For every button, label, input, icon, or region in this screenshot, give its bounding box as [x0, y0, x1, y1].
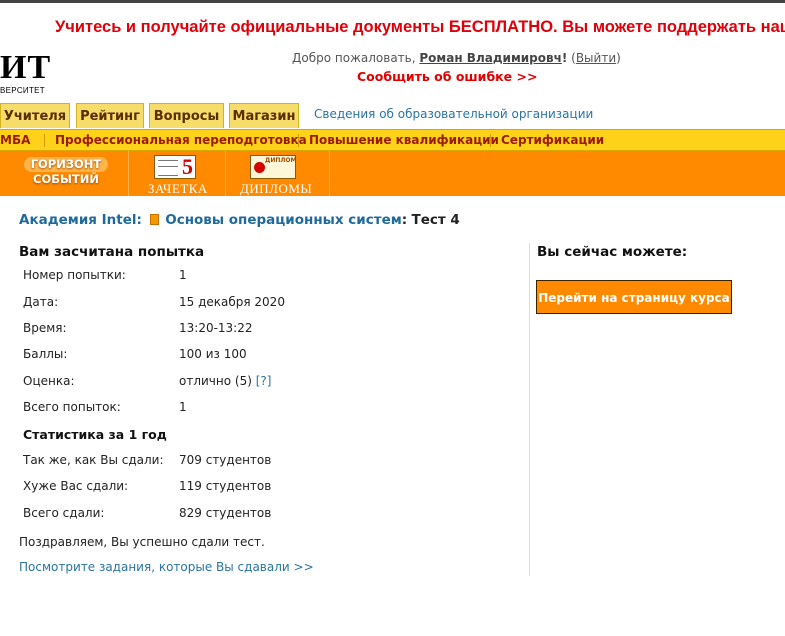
- nav-divider: [44, 134, 45, 147]
- exit-close-paren: ): [616, 51, 621, 65]
- horizont-line2: СОБЫТИЙ: [33, 172, 99, 186]
- promo-banner[interactable]: Учитесь и получайте официальные документ…: [0, 18, 785, 42]
- attempt-label: Время:: [23, 321, 67, 335]
- attempt-label: Всего попыток:: [23, 400, 121, 414]
- breadcrumb-current: Тест 4: [411, 212, 460, 228]
- org-info-link[interactable]: Сведения об образовательной организации: [314, 107, 593, 121]
- user-name-link[interactable]: Роман Владимировч: [419, 51, 561, 65]
- stats-value: 119 студентов: [179, 479, 272, 493]
- site-logo[interactable]: ИТ ВЕРСИТЕТ: [0, 50, 52, 98]
- record-book-label: ЗАЧЕТКА: [148, 181, 208, 196]
- attempt-value: 15 декабря 2020: [179, 295, 285, 309]
- nav-professional-retraining[interactable]: Профессиональная переподготовка: [55, 133, 307, 147]
- nav-divider: [298, 134, 299, 147]
- logo-text: ИТ: [0, 50, 52, 86]
- diploma-seal-icon: [254, 162, 265, 173]
- stats-label: Всего сдали:: [23, 506, 105, 520]
- welcome-prefix: Добро пожаловать,: [292, 51, 416, 65]
- diploma-icon: ДИПЛОМ: [250, 155, 296, 179]
- record-book-grade: 5: [182, 154, 193, 179]
- tab-shop[interactable]: Магазин: [229, 103, 299, 128]
- grade-value: отлично (5) [?]: [179, 374, 271, 388]
- breadcrumb-separator: :: [136, 212, 142, 228]
- book-icon: [150, 214, 160, 225]
- view-tasks-link[interactable]: Посмотрите задания, которые Вы сдавали >…: [19, 560, 314, 574]
- welcome-exclamation: !: [561, 51, 568, 65]
- diplomas-label: ДИПЛОМЫ: [240, 181, 313, 196]
- breadcrumb: Академия Intel: Основы операционных сист…: [19, 212, 460, 228]
- attempt-value: 100 из 100: [179, 347, 247, 361]
- welcome-line: Добро пожаловать, Роман Владимировч! (Вы…: [292, 51, 621, 65]
- stats-label: Так же, как Вы сдали:: [23, 453, 164, 467]
- grade-text: отлично (5): [179, 374, 252, 388]
- breadcrumb-academy-link[interactable]: Академия Intel: [19, 212, 137, 228]
- record-book-button[interactable]: 5 ЗАЧЕТКА: [129, 151, 226, 196]
- logout-link[interactable]: Выйти: [576, 51, 616, 65]
- stats-value: 709 студентов: [179, 453, 272, 467]
- attempt-value: 1: [179, 268, 187, 282]
- window-top-edge: [0, 0, 785, 13]
- record-book-icon: 5: [154, 154, 196, 179]
- horizont-events-logo: ГОРИЗОНТ СОБЫТИЙ: [18, 157, 114, 193]
- attempt-value: 1: [179, 400, 187, 414]
- attempt-title: Вам засчитана попытка: [19, 244, 205, 260]
- nav-qualification[interactable]: Повышение квалификации: [309, 133, 499, 147]
- attempt-label: Номер попытки:: [23, 268, 126, 282]
- programs-nav: МБА Профессиональная переподготовка Повы…: [0, 129, 785, 151]
- nav-certifications[interactable]: Сертификации: [501, 133, 604, 147]
- congrats-message: Поздравляем, Вы успешно сдали тест.: [19, 535, 265, 549]
- nav-mba[interactable]: МБА: [0, 133, 30, 147]
- nav-divider: [490, 134, 491, 147]
- tab-rating[interactable]: Рейтинг: [76, 103, 144, 128]
- stats-title: Статистика за 1 год: [23, 427, 167, 442]
- go-to-course-button[interactable]: Перейти на страницу курса: [536, 280, 732, 314]
- diploma-icon-text: ДИПЛОМ: [265, 157, 297, 164]
- breadcrumb-separator: :: [401, 212, 408, 228]
- attempt-label: Баллы:: [23, 347, 68, 361]
- stats-label: Хуже Вас сдали:: [23, 479, 129, 493]
- attempt-label: Дата:: [23, 295, 59, 309]
- breadcrumb-course-link[interactable]: Основы операционных систем: [165, 212, 402, 228]
- horizont-events-button[interactable]: ГОРИЗОНТ СОБЫТИЙ: [0, 151, 129, 196]
- actions-title: Вы сейчас можете:: [537, 244, 688, 260]
- grade-help-link[interactable]: [?]: [256, 374, 272, 388]
- attempt-label: Оценка:: [23, 374, 75, 388]
- logo-subtext: ВЕРСИТЕТ: [0, 86, 45, 95]
- attempt-value: 13:20-13:22: [179, 321, 253, 335]
- report-error-link[interactable]: Сообщить об ошибке >>: [357, 69, 537, 84]
- horizont-line1: ГОРИЗОНТ: [24, 157, 108, 172]
- diplomas-button[interactable]: ДИПЛОМ ДИПЛОМЫ: [226, 151, 330, 196]
- stats-value: 829 студентов: [179, 506, 272, 520]
- column-divider: [529, 243, 530, 576]
- tab-teachers[interactable]: Учителя: [0, 103, 70, 128]
- tab-questions[interactable]: Вопросы: [149, 103, 224, 128]
- feature-nav: ГОРИЗОНТ СОБЫТИЙ 5 ЗАЧЕТКА ДИПЛОМ ДИПЛОМ…: [0, 151, 785, 196]
